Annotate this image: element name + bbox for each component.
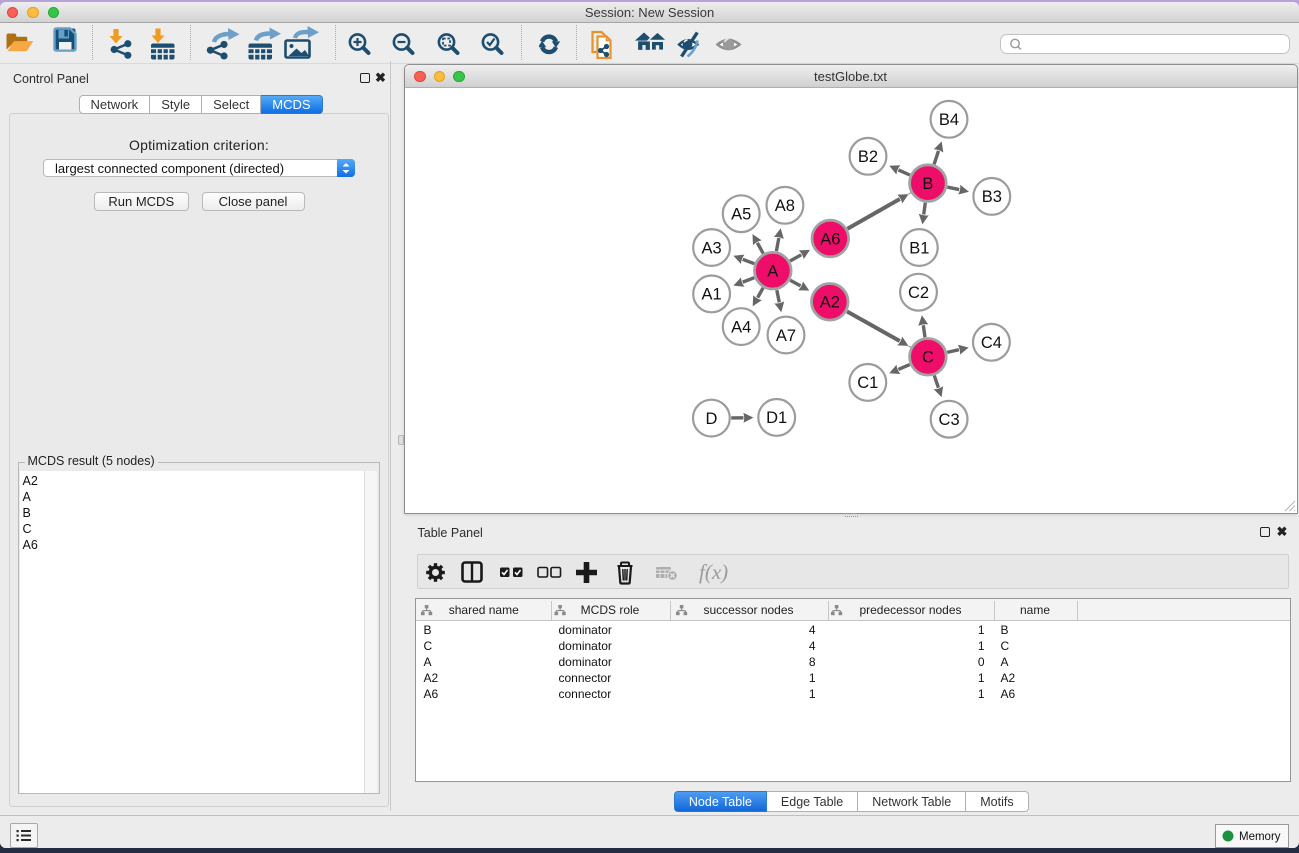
svg-text:C1: C1 [857,374,878,392]
svg-text:A3: A3 [701,239,721,257]
svg-text:A1: A1 [701,285,721,303]
svg-text:A2: A2 [819,293,839,311]
svg-text:A: A [767,262,778,280]
svg-text:C4: C4 [980,334,1001,352]
svg-text:A5: A5 [731,205,751,223]
svg-text:C2: C2 [907,284,928,302]
svg-text:B: B [922,174,933,192]
svg-text:A8: A8 [774,197,794,215]
svg-text:A7: A7 [775,326,795,344]
svg-text:A6: A6 [820,230,840,248]
svg-text:B1: B1 [909,239,929,257]
svg-text:B3: B3 [981,188,1001,206]
svg-text:C3: C3 [938,411,959,429]
svg-text:D1: D1 [766,409,787,427]
svg-text:f(x): f(x) [699,560,728,584]
svg-text:B2: B2 [857,148,877,166]
svg-text:Memory: Memory [1239,831,1281,843]
svg-text:D: D [705,409,717,427]
svg-text:A4: A4 [731,318,751,336]
svg-text:B4: B4 [938,111,958,129]
svg-text:C: C [921,348,933,366]
